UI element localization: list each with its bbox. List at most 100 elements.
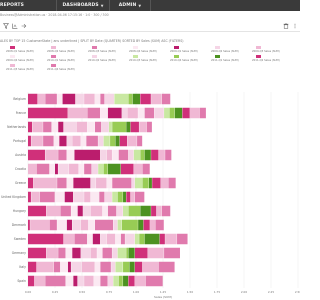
bar-segment[interactable] — [57, 219, 67, 231]
bar-segment[interactable] — [45, 93, 57, 105]
bar-segment[interactable] — [101, 121, 109, 133]
bar-segment[interactable] — [133, 149, 141, 161]
bar-segment[interactable] — [123, 191, 126, 203]
bar-segment[interactable] — [45, 149, 58, 161]
bar-segment[interactable] — [113, 219, 118, 231]
bar-segment[interactable] — [72, 219, 81, 231]
bar-segment[interactable] — [84, 163, 92, 175]
bar-segment[interactable] — [127, 107, 138, 119]
bar-segment[interactable] — [150, 219, 156, 231]
legend-item[interactable]: 2008-Q1 Sales (SUM) — [6, 46, 46, 54]
bar-segment[interactable] — [159, 233, 165, 245]
bar-segment[interactable] — [30, 219, 50, 231]
bar-segment[interactable] — [146, 121, 152, 133]
bar-segment[interactable] — [158, 149, 165, 161]
bar-segment[interactable] — [28, 149, 45, 161]
bar-segment[interactable] — [71, 205, 78, 217]
bar-segment[interactable] — [71, 261, 82, 273]
bar-segment[interactable] — [83, 205, 91, 217]
bar-segment[interactable] — [94, 93, 101, 105]
bar-segment[interactable] — [28, 247, 47, 259]
bar-segment[interactable] — [151, 93, 162, 105]
bar-segment[interactable] — [115, 135, 120, 147]
bar-segment[interactable] — [84, 191, 91, 203]
bar-segment[interactable] — [130, 191, 135, 203]
bar-segment[interactable] — [62, 93, 76, 105]
bar-segment[interactable] — [72, 135, 81, 147]
bar-segment[interactable] — [112, 177, 132, 189]
bar-segment[interactable] — [134, 233, 139, 245]
bar-segment[interactable] — [100, 275, 108, 287]
bar-segment[interactable] — [130, 121, 139, 133]
bar-segment[interactable] — [161, 93, 171, 105]
bar-segment[interactable] — [142, 261, 159, 273]
bar-segment[interactable] — [148, 177, 152, 189]
bar-segment[interactable] — [103, 135, 110, 147]
bar-segment[interactable] — [53, 261, 61, 273]
bar-segment[interactable] — [64, 191, 74, 203]
bar-segment[interactable] — [49, 163, 55, 175]
bar-segment[interactable] — [112, 247, 118, 259]
bar-segment[interactable] — [142, 177, 149, 189]
bar-segment[interactable] — [80, 247, 91, 259]
bar-segment[interactable] — [28, 135, 31, 147]
bar-segment[interactable] — [127, 135, 137, 147]
bar-segment[interactable] — [111, 261, 116, 273]
bar-segment[interactable] — [28, 177, 34, 189]
bar-segment[interactable] — [28, 275, 35, 287]
bar-segment[interactable] — [128, 93, 133, 105]
bar-segment[interactable] — [65, 275, 74, 287]
filter-icon[interactable] — [2, 22, 10, 30]
bar-segment[interactable] — [118, 149, 129, 161]
bar-segment[interactable] — [74, 149, 101, 161]
bar-segment[interactable] — [80, 219, 89, 231]
bar-segment[interactable] — [138, 107, 145, 119]
bar-segment[interactable] — [94, 219, 114, 231]
legend-item[interactable]: 2011-Q2 Sales (SUM) — [252, 55, 292, 63]
bar-segment[interactable] — [121, 107, 128, 119]
bar-segment[interactable] — [63, 233, 75, 245]
bar-segment[interactable] — [165, 233, 177, 245]
bar-segment[interactable] — [88, 219, 95, 231]
bar-segment[interactable] — [58, 121, 64, 133]
bar-segment[interactable] — [137, 135, 143, 147]
bar-segment[interactable] — [134, 247, 148, 259]
bar-segment[interactable] — [67, 107, 88, 119]
bar-segment[interactable] — [90, 177, 96, 189]
bar-segment[interactable] — [115, 233, 121, 245]
bar-segment[interactable] — [53, 135, 60, 147]
legend-item[interactable]: 2011-Q3 Sales (SUM) — [6, 64, 46, 72]
bar-segment[interactable] — [156, 205, 162, 217]
bar-segment[interactable] — [152, 177, 161, 189]
bar-segment[interactable] — [59, 135, 67, 147]
bar-segment[interactable] — [109, 121, 112, 133]
bar-segment[interactable] — [140, 149, 145, 161]
bar-segment[interactable] — [82, 261, 95, 273]
bar-segment[interactable] — [28, 191, 31, 203]
legend-item[interactable]: 2010-Q3 Sales (SUM) — [129, 55, 169, 63]
bar-segment[interactable] — [160, 177, 169, 189]
bar-segment[interactable] — [87, 233, 93, 245]
bar-segment[interactable] — [132, 93, 141, 105]
bar-segment[interactable] — [28, 121, 33, 133]
bar-segment[interactable] — [139, 121, 147, 133]
bar-segment[interactable] — [125, 233, 135, 245]
bar-segment[interactable] — [94, 261, 101, 273]
bar-segment[interactable] — [126, 121, 131, 133]
legend-item[interactable]: 2008-Q3 Sales (SUM) — [88, 46, 128, 54]
bar-segment[interactable] — [154, 107, 164, 119]
bar-segment[interactable] — [45, 275, 66, 287]
bar-segment[interactable] — [144, 149, 151, 161]
bar-segment[interactable] — [169, 107, 175, 119]
bar-segment[interactable] — [128, 205, 141, 217]
bar-segment[interactable] — [128, 275, 135, 287]
legend-item[interactable]: 2008-Q2 Sales (SUM) — [47, 46, 87, 54]
bar-segment[interactable] — [73, 275, 78, 287]
bar-segment[interactable] — [43, 135, 54, 147]
bar-segment[interactable] — [104, 191, 112, 203]
bar-segment[interactable] — [147, 247, 164, 259]
legend-item[interactable]: 2009-Q3 Sales (SUM) — [252, 46, 292, 54]
legend-item[interactable]: 2008-Q4 Sales (SUM) — [129, 46, 169, 54]
bar-segment[interactable] — [164, 107, 170, 119]
bar-segment[interactable] — [66, 135, 72, 147]
